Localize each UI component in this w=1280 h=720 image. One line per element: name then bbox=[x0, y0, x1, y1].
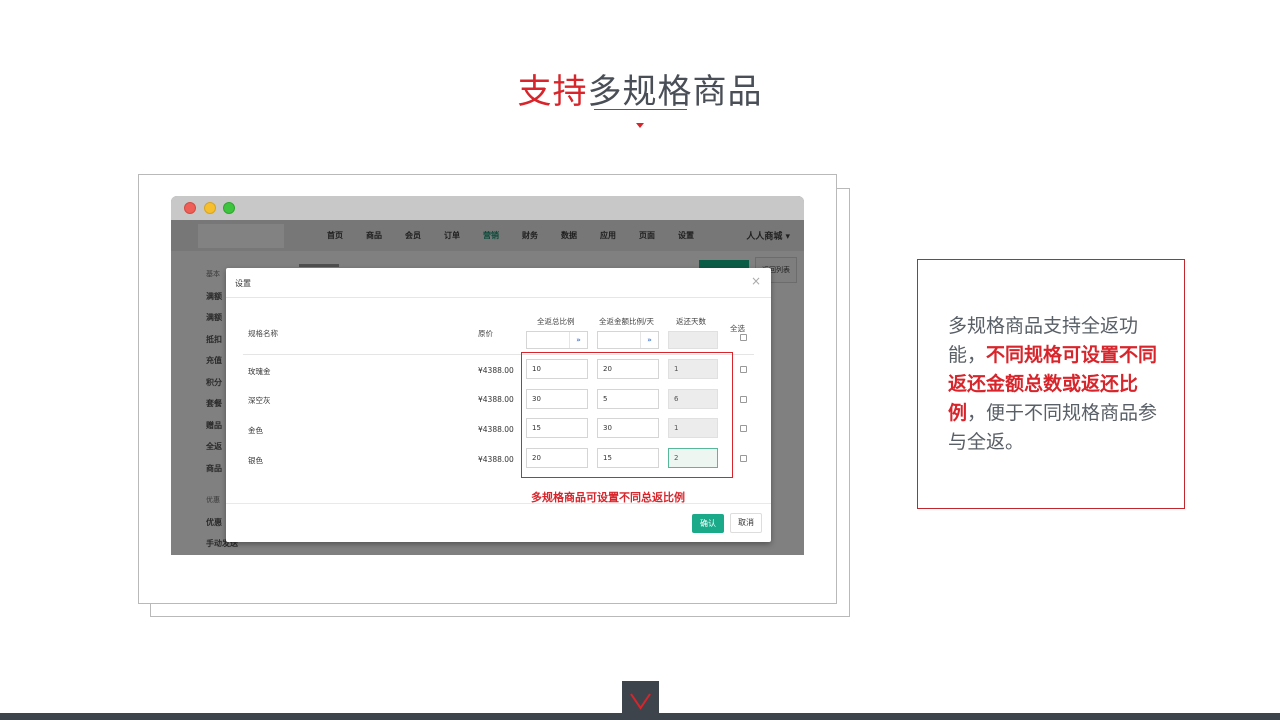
row-price: ¥4388.00 bbox=[478, 395, 514, 404]
nav-item-apps[interactable]: 应用 bbox=[600, 230, 616, 241]
window-minimize-icon[interactable] bbox=[204, 202, 216, 214]
settings-modal: 设置 × 规格名称 原价 全返总比例 全返金额比例/天 返还天数 全选 » » … bbox=[226, 268, 771, 542]
nav-item-goods[interactable]: 商品 bbox=[366, 230, 382, 241]
slide-title: 支持多规格商品 bbox=[0, 64, 1280, 113]
nav-item-home[interactable]: 首页 bbox=[327, 230, 343, 241]
window-close-icon[interactable] bbox=[184, 202, 196, 214]
row-spec-name: 银色 bbox=[248, 456, 263, 465]
select-all-checkbox[interactable] bbox=[740, 334, 747, 341]
description-text: 多规格商品支持全返功能，不同规格可设置不同返还金额总数或返还比例，便于不同规格商… bbox=[948, 312, 1160, 457]
nav-item-finance[interactable]: 财务 bbox=[522, 230, 538, 241]
browser-titlebar bbox=[171, 196, 804, 220]
nav-item-order[interactable]: 订单 bbox=[444, 230, 460, 241]
col-select-all: 全选 bbox=[730, 324, 745, 333]
top-navigation: 首页 商品 会员 订单 营销 财务 数据 应用 页面 设置 人人商城 ▾ bbox=[171, 220, 804, 251]
row-price: ¥4388.00 bbox=[478, 455, 514, 464]
footer-logo bbox=[622, 681, 659, 720]
nav-item-marketing[interactable]: 营销 bbox=[483, 230, 499, 241]
row-checkbox[interactable] bbox=[740, 366, 747, 373]
slide-title-main: 多规格商品 bbox=[587, 72, 763, 112]
col-spec-name: 规格名称 bbox=[248, 329, 278, 338]
title-arrow-icon bbox=[636, 123, 644, 128]
batch-days-field bbox=[668, 331, 718, 349]
shop-name: 人人商城 bbox=[746, 232, 783, 242]
logo-area bbox=[198, 224, 284, 248]
col-amount-ratio: 全返金额比例/天 bbox=[599, 317, 655, 326]
chevron-double-down-icon: » bbox=[569, 332, 587, 348]
window-maximize-icon[interactable] bbox=[223, 202, 235, 214]
modal-title: 设置 bbox=[235, 279, 251, 288]
modal-footer-divider bbox=[226, 503, 771, 504]
slide-title-highlight: 支持 bbox=[517, 72, 588, 112]
nav-item-pages[interactable]: 页面 bbox=[639, 230, 655, 241]
row-price: ¥4388.00 bbox=[478, 366, 514, 375]
col-days: 返还天数 bbox=[676, 317, 706, 326]
row-checkbox[interactable] bbox=[740, 455, 747, 462]
cancel-button[interactable]: 取消 bbox=[730, 513, 762, 533]
col-total-ratio: 全返总比例 bbox=[537, 317, 575, 326]
chevron-double-down-icon: » bbox=[640, 332, 658, 348]
row-spec-name: 深空灰 bbox=[248, 396, 271, 405]
row-spec-name: 金色 bbox=[248, 426, 263, 435]
page-title-placeholder bbox=[299, 264, 339, 267]
nav-item-member[interactable]: 会员 bbox=[405, 230, 421, 241]
chevron-down-icon: ▾ bbox=[785, 232, 790, 242]
description-card: 多规格商品支持全返功能，不同规格可设置不同返还金额总数或返还比例，便于不同规格商… bbox=[917, 259, 1185, 509]
shop-menu[interactable]: 人人商城 ▾ bbox=[746, 229, 790, 242]
v-logo-icon bbox=[630, 693, 651, 710]
col-price: 原价 bbox=[478, 329, 493, 338]
row-checkbox[interactable] bbox=[740, 425, 747, 432]
nav-item-settings[interactable]: 设置 bbox=[678, 230, 694, 241]
row-checkbox[interactable] bbox=[740, 396, 747, 403]
description-outro: ，便于不同规格商品参与全返。 bbox=[948, 402, 1158, 453]
title-underline bbox=[594, 109, 687, 110]
row-price: ¥4388.00 bbox=[478, 425, 514, 434]
close-icon[interactable]: × bbox=[751, 275, 761, 287]
row-spec-name: 玫瑰金 bbox=[248, 367, 271, 376]
highlight-box bbox=[521, 352, 733, 478]
nav-item-data[interactable]: 数据 bbox=[561, 230, 577, 241]
batch-total-ratio-select[interactable]: » bbox=[526, 331, 588, 349]
modal-header: 设置 × bbox=[226, 268, 771, 298]
confirm-button[interactable]: 确认 bbox=[692, 514, 724, 533]
batch-amount-ratio-select[interactable]: » bbox=[597, 331, 659, 349]
